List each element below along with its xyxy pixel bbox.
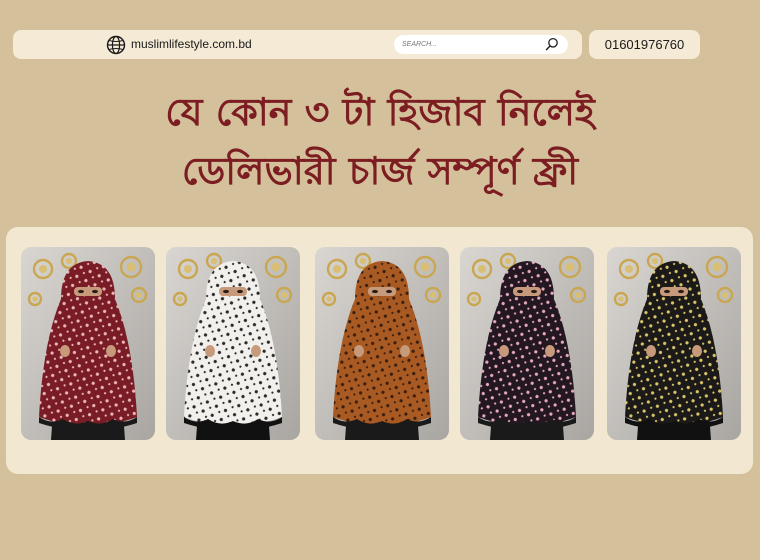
product-image[interactable] (315, 247, 449, 440)
search-box[interactable] (394, 35, 568, 54)
promo-headline-line1: যে কোন ৩ টা হিজাব নিলেই (165, 90, 595, 134)
globe-icon (106, 35, 126, 55)
top-bar: muslimlifestyle.com.bd (13, 30, 582, 59)
product-image[interactable] (460, 247, 594, 440)
search-input[interactable] (402, 38, 532, 51)
product-image[interactable] (166, 247, 300, 440)
promo-headline-line2: ডেলিভারী চার্জ সম্পূর্ণ ফ্রী (181, 149, 579, 193)
product-image[interactable] (607, 247, 741, 440)
product-image[interactable] (21, 247, 155, 440)
search-icon[interactable] (545, 37, 559, 51)
site-url-link[interactable]: muslimlifestyle.com.bd (131, 37, 252, 51)
product-gallery (6, 227, 753, 474)
phone-number[interactable]: 01601976760 (589, 30, 700, 59)
